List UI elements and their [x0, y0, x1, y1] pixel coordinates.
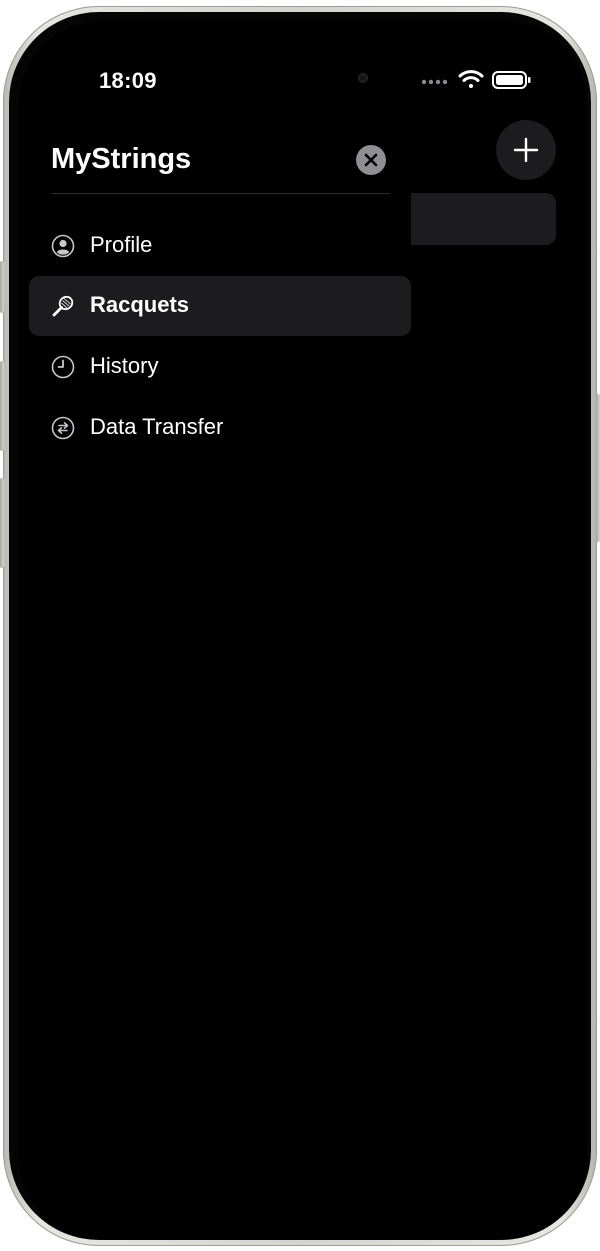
menu-item-racquets[interactable]: Racquets: [29, 276, 411, 336]
volume-up-button: [0, 361, 4, 451]
menu-item-data-transfer[interactable]: Data Transfer: [29, 398, 411, 458]
racquet-icon: [52, 295, 74, 317]
add-racquet-button[interactable]: [496, 120, 556, 180]
front-camera: [358, 73, 368, 83]
action-button: [0, 261, 4, 313]
racquet-card[interactable]: [411, 193, 556, 245]
battery-icon: [492, 71, 531, 89]
screen: 18:09 MyStrings Profile Racquets History…: [19, 21, 587, 1239]
status-icons: [421, 70, 531, 89]
xmark-icon: [364, 153, 378, 167]
arrows-exchange-icon: [51, 416, 75, 440]
close-menu-button[interactable]: [356, 145, 386, 175]
signal-icon: [421, 79, 448, 85]
volume-down-button: [0, 478, 4, 568]
menu-divider: [51, 193, 390, 194]
menu-item-history[interactable]: History: [29, 337, 411, 397]
plus-icon: [513, 137, 539, 163]
menu-item-label: Profile: [90, 232, 153, 257]
status-time: 18:09: [99, 68, 157, 93]
person-circle-icon: [51, 234, 75, 258]
clock-icon: [51, 355, 75, 379]
wifi-icon: [458, 70, 484, 88]
menu-item-profile[interactable]: Profile: [29, 216, 411, 276]
menu-item-label: History: [90, 353, 159, 378]
power-button: [596, 394, 600, 542]
menu-title: MyStrings: [51, 143, 192, 175]
phone-frame: 18:09 MyStrings Profile Racquets History…: [0, 6, 600, 1246]
menu-item-label: Racquets: [90, 292, 190, 317]
menu-item-label: Data Transfer: [90, 414, 224, 439]
